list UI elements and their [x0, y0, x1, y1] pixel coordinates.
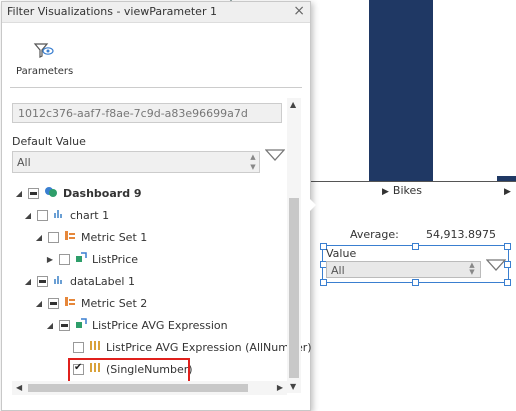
resize-handle[interactable]	[412, 243, 419, 250]
hscroll-thumb[interactable]	[28, 384, 248, 392]
tree-label: Metric Set 2	[81, 296, 148, 310]
tree-label: ListPrice AVG Expression	[92, 318, 228, 332]
expand-right-icon: ▶	[382, 187, 389, 197]
collapse-icon[interactable]: ◢	[45, 321, 55, 330]
tree-node-listprice[interactable]: ▶ ListPrice	[45, 249, 138, 269]
collapse-icon[interactable]: ◢	[14, 189, 24, 198]
collapse-icon[interactable]: ◢	[34, 233, 44, 242]
default-value-spinner[interactable]: ▲ ▼	[246, 152, 260, 172]
vertical-scrollbar[interactable]: ▲ ▼	[287, 98, 301, 393]
parameters-filter-icon	[33, 43, 54, 58]
bar-chart-icon	[53, 274, 65, 288]
tree-node-allnumber[interactable]: ListPrice AVG Expression (AllNumber)	[73, 337, 312, 357]
widget-value-select[interactable]: All	[326, 261, 481, 278]
scroll-thumb[interactable]	[289, 198, 299, 378]
tree-checkbox[interactable]	[48, 231, 59, 243]
tree-node-chart1[interactable]: ◢ chart 1	[23, 205, 109, 225]
filter-visualizations-panel: Filter Visualizations - viewParameter 1 …	[1, 1, 312, 411]
resize-handle[interactable]	[320, 279, 327, 286]
widget-value-selected: All	[331, 264, 345, 277]
tree-node-dashboard[interactable]: ◢ Dashboard 9	[14, 183, 142, 203]
tree-node-datalabel1[interactable]: ◢ dataLabel 1	[23, 271, 135, 291]
bar-bikes[interactable]	[369, 0, 433, 181]
tree-label: Dashboard 9	[63, 186, 142, 200]
tree-checkbox[interactable]	[59, 319, 70, 331]
tree-node-listprice-avg[interactable]: ◢ ListPrice AVG Expression	[45, 315, 228, 335]
parameter-id-value: 1012c376-aaf7-f8ae-7c9d-a83e96699a7d	[18, 107, 248, 120]
parameters-button[interactable]: Parameters	[16, 42, 74, 77]
filter-funnel-icon[interactable]	[485, 258, 507, 275]
tree-label: Metric Set 1	[81, 230, 148, 244]
scroll-down-icon[interactable]: ▼	[290, 382, 296, 391]
default-value-selected: All	[17, 156, 31, 169]
tree-label: ListPrice	[92, 252, 139, 266]
scroll-up-icon[interactable]: ▲	[290, 100, 296, 109]
tree-checkbox[interactable]	[28, 187, 39, 199]
tree-label: chart 1	[70, 208, 110, 222]
panel-title: Filter Visualizations - viewParameter 1	[7, 5, 217, 18]
dashboard-icon	[44, 186, 58, 201]
parameters-label: Parameters	[16, 66, 74, 77]
average-value: 54,913.8975	[426, 228, 496, 241]
resize-handle[interactable]	[504, 243, 511, 250]
parameter-id-field[interactable]: 1012c376-aaf7-f8ae-7c9d-a83e96699a7d	[12, 103, 282, 123]
expand-icon[interactable]: ▶	[45, 255, 55, 264]
close-icon[interactable]: ×	[293, 3, 305, 19]
tree-checkbox[interactable]	[48, 297, 59, 309]
widget-value-label: Value	[326, 247, 357, 260]
x-axis	[311, 181, 516, 182]
tree-node-metric-set-2[interactable]: ◢ Metric Set 2	[34, 293, 147, 313]
widget-spinner[interactable]: ▲ ▼	[464, 262, 480, 277]
tree-checkbox[interactable]	[37, 209, 48, 221]
metric-icon	[75, 252, 87, 266]
collapse-icon[interactable]: ◢	[23, 211, 33, 220]
horizontal-scrollbar[interactable]: ◀ ▶	[12, 381, 287, 395]
tree-label: ListPrice AVG Expression (AllNumber)	[106, 340, 312, 354]
filter-funnel-icon[interactable]	[264, 148, 286, 165]
resize-handle[interactable]	[504, 279, 511, 286]
collapse-icon[interactable]: ◢	[23, 277, 33, 286]
tree-checkbox[interactable]	[59, 253, 70, 265]
tree-checkbox[interactable]	[73, 341, 84, 353]
scroll-left-icon[interactable]: ◀	[16, 383, 22, 392]
average-label: Average:	[350, 228, 399, 241]
category-label-bikes[interactable]: ▶ Bikes	[382, 184, 422, 197]
tree-checkbox[interactable]	[37, 275, 48, 287]
metric-set-icon	[64, 230, 76, 244]
bar-chart-icon	[53, 208, 65, 222]
column-icon	[89, 340, 101, 354]
panel-titlebar: Filter Visualizations - viewParameter 1 …	[2, 2, 310, 23]
scroll-right-icon[interactable]: ▶	[277, 383, 283, 392]
default-value-select[interactable]: All	[12, 151, 260, 173]
tree-label: dataLabel 1	[70, 274, 135, 288]
metric-set-icon	[64, 296, 76, 310]
ribbon-divider	[10, 87, 302, 88]
resize-handle[interactable]	[412, 279, 419, 286]
expand-right-icon: ▶	[504, 187, 511, 197]
default-value-label: Default Value	[12, 135, 86, 148]
category-label-next[interactable]: ▶	[504, 184, 515, 197]
metric-icon	[75, 318, 87, 332]
tree-node-metric-set-1[interactable]: ◢ Metric Set 1	[34, 227, 147, 247]
collapse-icon[interactable]: ◢	[34, 299, 44, 308]
panel-pointer	[308, 197, 316, 213]
